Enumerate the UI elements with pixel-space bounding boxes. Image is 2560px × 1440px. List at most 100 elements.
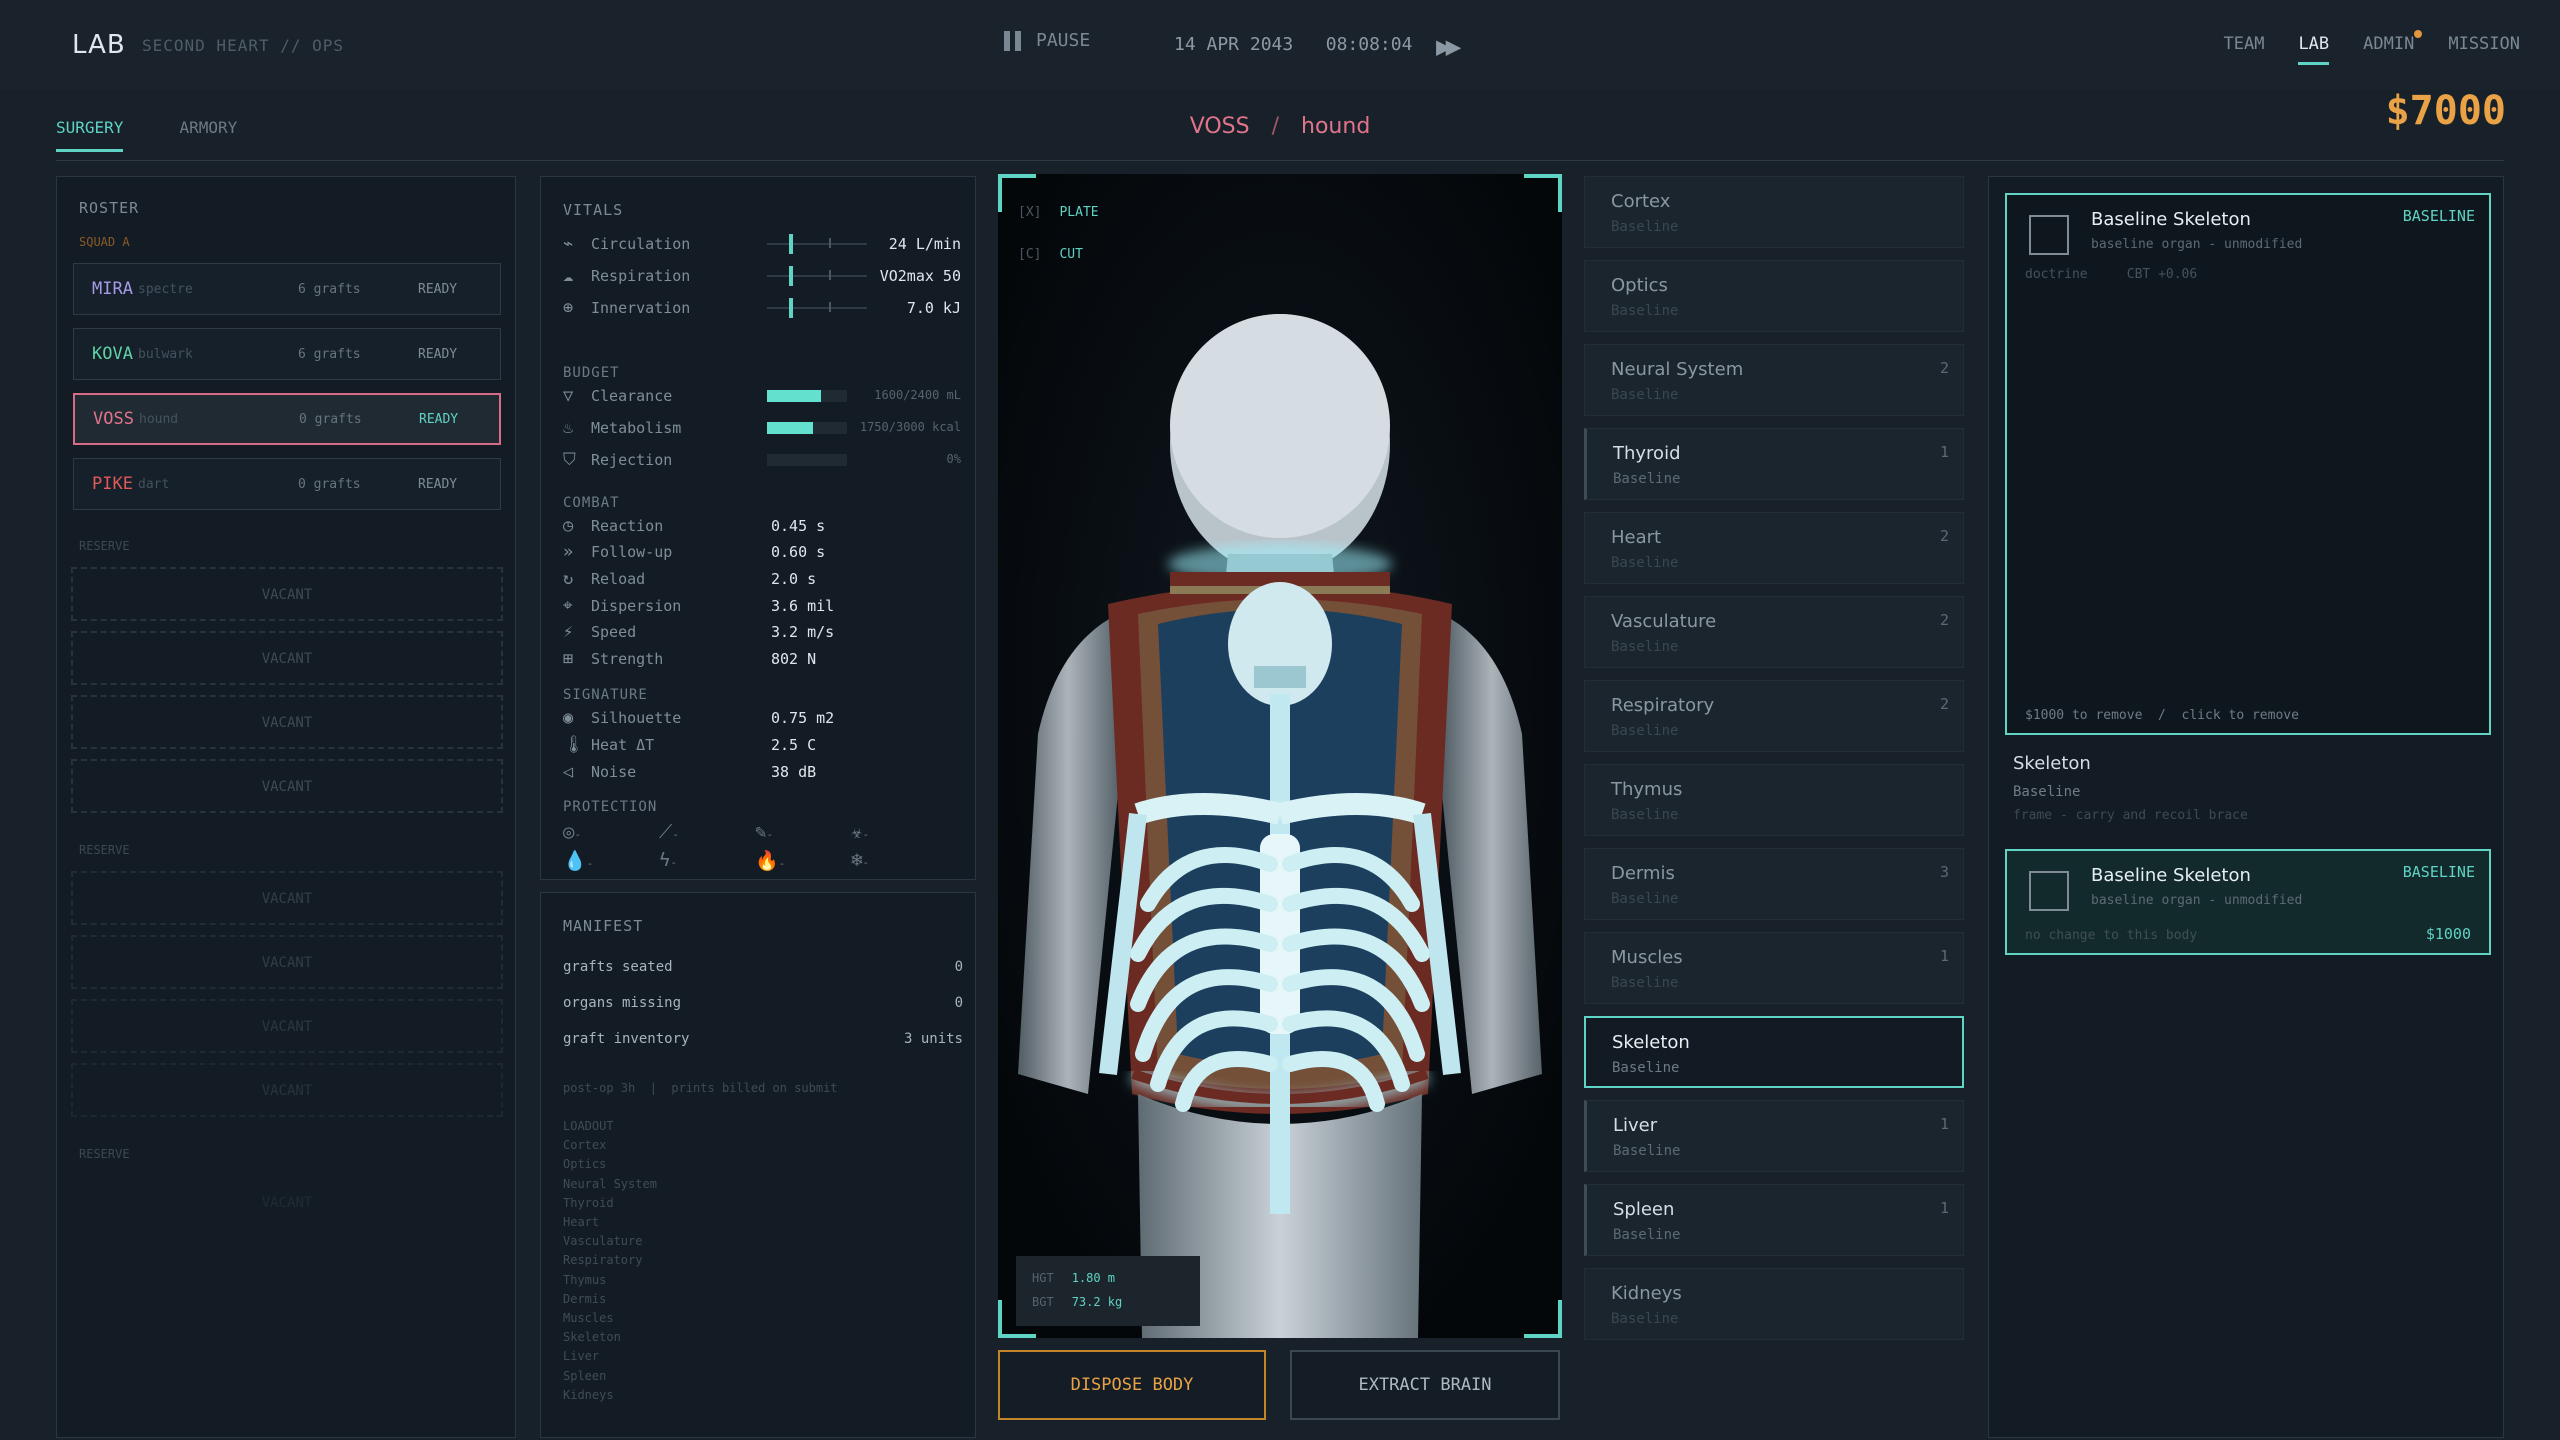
vitals-title: VITALS (563, 201, 624, 219)
respiration-slider[interactable] (767, 266, 867, 286)
pause-button[interactable]: PAUSE (1004, 30, 1090, 51)
organ-count: 2 (1939, 527, 1949, 545)
organ-item-neural-system[interactable]: Neural System Baseline 2 (1584, 344, 1964, 416)
vacant-slot[interactable]: VACANT (71, 871, 503, 925)
member-name: PIKE (92, 474, 133, 494)
vacant-slot[interactable]: VACANT (71, 999, 503, 1053)
organ-item-liver[interactable]: Liver Baseline 1 (1584, 1100, 1964, 1172)
fast-forward-icon[interactable]: ▶▶ (1436, 32, 1461, 62)
crosshair-icon: ⌖ (563, 596, 573, 616)
pause-icon (1004, 30, 1022, 51)
signature-label: Silhouette (591, 709, 682, 727)
organ-item-vasculature[interactable]: Vasculature Baseline 2 (1584, 596, 1964, 668)
vacant-slot[interactable]: VACANT (71, 567, 503, 621)
organ-item-thymus[interactable]: Thymus Baseline (1584, 764, 1964, 836)
nav-admin[interactable]: ADMIN (2363, 30, 2423, 65)
innervation-slider[interactable] (767, 298, 867, 318)
loadout-item: Neural System (563, 1176, 657, 1191)
baseline-badge: BASELINE (2402, 863, 2475, 881)
organ-item-spleen[interactable]: Spleen Baseline 1 (1584, 1184, 1964, 1256)
member-status: READY (418, 346, 458, 362)
roster-panel: ROSTER SQUAD A MIRA spectre 6 grafts REA… (56, 176, 516, 1438)
loadout-item: Dermis (563, 1291, 607, 1306)
loadout-item: Kidneys (563, 1387, 614, 1402)
organ-item-skeleton[interactable]: Skeleton Baseline (1584, 1016, 1964, 1088)
vacant-slot[interactable]: VACANT (71, 935, 503, 989)
target-icon: ◎- (563, 821, 582, 843)
budget-clearance: ▽ Clearance 1600/2400 mL (563, 383, 961, 409)
vacant-slot[interactable]: VACANT (71, 1063, 503, 1117)
vital-label: Circulation (591, 235, 691, 253)
shield-icon: ⛉ (563, 450, 576, 470)
game-time: 08:08:04 (1325, 34, 1413, 55)
remove-hint[interactable]: $1000 to remove / click to remove (2025, 708, 2299, 723)
budget-label: Metabolism (591, 419, 682, 437)
combat-value: 3.6 mil (771, 597, 835, 615)
organ-name: Respiratory (1611, 695, 1715, 716)
loadout-item: Skeleton (563, 1330, 621, 1345)
dispose-body-button[interactable]: DISPOSE BODY (998, 1350, 1266, 1420)
nav-mission[interactable]: MISSION (2448, 34, 2520, 65)
member-callsign: spectre (138, 281, 193, 297)
breadcrumb-name: VOSS (1189, 114, 1250, 139)
organ-item-respiratory[interactable]: Respiratory Baseline 2 (1584, 680, 1964, 752)
organ-item-cortex[interactable]: Cortex Baseline (1584, 176, 1964, 248)
organ-sub: Baseline (1613, 471, 1681, 487)
organ-thumbnail (2029, 215, 2069, 255)
budget-label: Clearance (591, 387, 673, 405)
clock-icon: ◷ (563, 516, 574, 536)
organ-count: 1 (1939, 1115, 1949, 1133)
organ-sub: Baseline (1612, 1060, 1680, 1076)
combat-reaction: ◷ Reaction 0.45 s (563, 513, 961, 539)
nav-team[interactable]: TEAM (2223, 34, 2264, 65)
vitals-panel: VITALS ⌁ Circulation 24 L/min ☁ Respirat… (540, 176, 976, 880)
reserve-label: RESERVE (79, 843, 130, 857)
body-viewport[interactable] (998, 174, 1562, 1338)
circulation-slider[interactable] (767, 234, 867, 254)
organ-item-heart[interactable]: Heart Baseline 2 (1584, 512, 1964, 584)
organ-sub: Baseline (1611, 1311, 1679, 1327)
installed-organ-card[interactable]: Baseline Skeleton baseline organ - unmod… (2005, 193, 2491, 735)
view-mode-plate[interactable]: [X] PLATE (1018, 192, 1099, 234)
snow-icon: ❄- (851, 849, 870, 871)
organ-item-dermis[interactable]: Dermis Baseline 3 (1584, 848, 1964, 920)
combat-label: Dispersion (591, 597, 682, 615)
roster-row-mira[interactable]: MIRA spectre 6 grafts READY (73, 263, 501, 315)
breadcrumb: VOSS / hound (0, 114, 2560, 139)
slot-name: Skeleton (2013, 753, 2091, 774)
vacant-slot[interactable]: VACANT (71, 1175, 503, 1229)
signature-noise: ◁ Noise 38 dB (563, 759, 961, 785)
nav-lab[interactable]: LAB (2298, 34, 2330, 65)
organ-item-optics[interactable]: Optics Baseline (1584, 260, 1964, 332)
vital-label: Respiration (591, 267, 691, 285)
option-footer: no change to this body (2025, 928, 2198, 943)
extract-brain-button[interactable]: EXTRACT BRAIN (1290, 1350, 1560, 1420)
budget-value: 1600/2400 mL (874, 388, 961, 402)
member-callsign: bulwark (138, 346, 193, 362)
roster-row-pike[interactable]: PIKE dart 0 grafts READY (73, 458, 501, 510)
signature-value: 2.5 C (771, 736, 817, 754)
pause-label: PAUSE (1036, 30, 1091, 51)
thermometer-icon: 🌡 (563, 735, 585, 755)
manifest-value: 0 (954, 959, 963, 975)
roster-row-voss[interactable]: VOSS hound 0 grafts READY (73, 393, 501, 445)
organ-item-kidneys[interactable]: Kidneys Baseline (1584, 1268, 1964, 1340)
vital-circulation: ⌁ Circulation 24 L/min (563, 231, 961, 257)
vacant-slot[interactable]: VACANT (71, 759, 503, 813)
organ-item-muscles[interactable]: Muscles Baseline 1 (1584, 932, 1964, 1004)
baseline-badge: BASELINE (2402, 207, 2475, 225)
manifest-label: graft inventory (563, 1031, 690, 1047)
organ-option-card[interactable]: Baseline Skeleton baseline organ - unmod… (2005, 849, 2491, 955)
combat-label: Speed (591, 623, 637, 641)
view-mode-cut[interactable]: [C] CUT (1018, 234, 1099, 276)
organ-thumbnail (2029, 871, 2069, 911)
member-grafts: 6 grafts (298, 281, 361, 297)
roster-row-kova[interactable]: KOVA bulwark 6 grafts READY (73, 328, 501, 380)
eye-icon: ◉ (563, 708, 574, 728)
organ-item-thyroid[interactable]: Thyroid Baseline 1 (1584, 428, 1964, 500)
organ-sub: Baseline (1611, 303, 1679, 319)
combat-value: 3.2 m/s (771, 623, 835, 641)
organ-sub: Baseline (1611, 975, 1679, 991)
vacant-slot[interactable]: VACANT (71, 631, 503, 685)
vacant-slot[interactable]: VACANT (71, 695, 503, 749)
